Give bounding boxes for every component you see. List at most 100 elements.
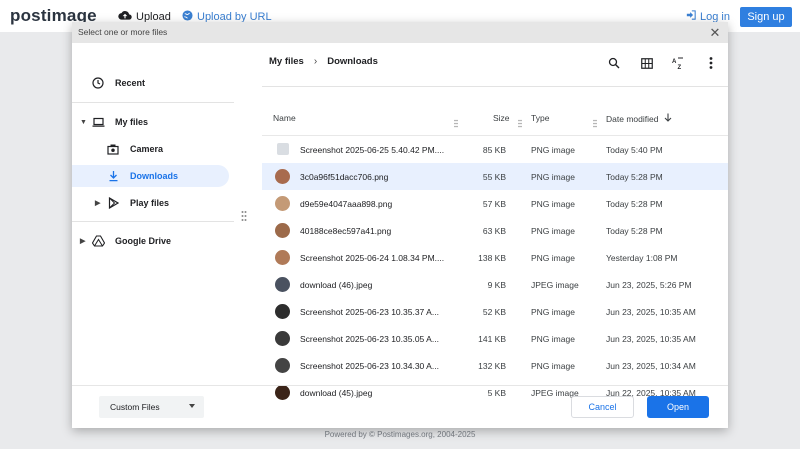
column-header-size[interactable]: Size [493, 113, 510, 123]
sidebar-item-play-files[interactable]: ▶ Play files [72, 192, 234, 214]
file-thumbnail [275, 277, 290, 292]
more-vertical-icon[interactable] [702, 54, 720, 72]
file-type: PNG image [531, 307, 575, 317]
file-size: 55 KB [482, 172, 506, 182]
file-size: 63 KB [482, 226, 506, 236]
file-size: 141 KB [478, 334, 506, 344]
file-date: Today 5:28 PM [606, 199, 663, 209]
chevron-down-icon[interactable]: ▼ [80, 119, 87, 126]
file-date: Today 5:28 PM [606, 226, 663, 236]
file-thumbnail [275, 169, 290, 184]
clock-icon [91, 76, 105, 90]
sidebar: Recent ▼ My files Camera Downloads ▶ Pla… [72, 43, 242, 388]
file-name: 3c0a96f51dacc706.png [300, 172, 389, 182]
file-thumbnail [275, 196, 290, 211]
file-row[interactable]: Screenshot 2025-06-24 1.08.34 PM.... 138 … [262, 244, 728, 271]
file-name: Screenshot 2025-06-23 10.35.37 A... [300, 307, 439, 317]
breadcrumb: My files › Downloads [269, 56, 378, 67]
column-resize-handle[interactable] [593, 115, 597, 128]
file-thumbnail [275, 250, 290, 265]
google-drive-icon [91, 234, 105, 248]
open-button[interactable]: Open [647, 396, 709, 418]
file-name: download (46).jpeg [300, 280, 373, 290]
sidebar-item-my-files[interactable]: ▼ My files [72, 111, 234, 133]
footer-divider [72, 385, 728, 386]
file-row[interactable]: Screenshot 2025-06-23 10.35.37 A... 52 KB… [262, 298, 728, 325]
laptop-icon [91, 115, 105, 129]
file-type: PNG image [531, 145, 575, 155]
file-row[interactable]: d9e59e4047aaa898.png 57 KB PNG image Today … [262, 190, 728, 217]
file-name: download (45).jpeg [300, 388, 373, 398]
file-date: Jun 23, 2025, 5:26 PM [606, 280, 692, 290]
file-date: Jun 23, 2025, 10:35 AM [606, 334, 696, 344]
file-type-filter-value: Custom Files [110, 402, 160, 412]
sidebar-item-label: Camera [130, 144, 164, 154]
camera-icon [106, 142, 120, 156]
file-thumbnail [277, 143, 289, 155]
file-thumbnail [275, 385, 290, 400]
file-name: 40188ce8ec597a41.png [300, 226, 392, 236]
svg-text:A: A [672, 59, 677, 65]
file-date: Today 5:28 PM [606, 172, 663, 182]
file-name: d9e59e4047aaa898.png [300, 199, 393, 209]
download-icon [106, 169, 120, 183]
file-name: Screenshot 2025-06-25 5.40.42 PM.... [300, 145, 445, 155]
file-thumbnail [275, 223, 290, 238]
column-resize-handle[interactable] [518, 115, 522, 128]
sidebar-item-google-drive[interactable]: ▶ Google Drive [72, 230, 234, 252]
column-resize-handle[interactable] [454, 115, 458, 128]
file-row[interactable]: 40188ce8ec597a41.png 63 KB PNG image Today … [262, 217, 728, 244]
chevron-right-icon[interactable]: ▶ [95, 199, 100, 207]
file-name: Screenshot 2025-06-23 10.34.30 A... [300, 361, 439, 371]
file-row[interactable]: 3c0a96f51dacc706.png 55 KB PNG image Today … [262, 163, 728, 190]
file-date: Jun 23, 2025, 10:35 AM [606, 307, 696, 317]
file-row[interactable]: Screenshot 2025-06-25 5.40.42 PM.... 85 K… [262, 136, 728, 163]
sidebar-resize-handle[interactable] [241, 209, 247, 221]
toolbar-divider [262, 86, 728, 87]
column-header-type[interactable]: Type [531, 113, 549, 123]
file-list-pane: My files › Downloads AZ Name Size Type D… [262, 43, 728, 400]
file-type: PNG image [531, 199, 575, 209]
column-header-date-label: Date modified [606, 113, 659, 124]
sidebar-item-label: Play files [130, 198, 170, 208]
column-header-name[interactable]: Name [273, 113, 296, 123]
chevron-right-icon[interactable]: ▶ [80, 237, 85, 245]
file-date: Yesterday 1:08 PM [606, 253, 678, 263]
chevron-right-icon: › [313, 56, 318, 67]
sidebar-divider [72, 102, 234, 103]
sidebar-item-downloads[interactable]: Downloads [72, 165, 229, 187]
file-row[interactable]: download (46).jpeg 9 KB JPEG image Jun 23, … [262, 271, 728, 298]
file-row[interactable]: Screenshot 2025-06-23 10.34.30 A... 132 K… [262, 352, 728, 379]
file-thumbnail [275, 304, 290, 319]
close-icon[interactable]: ✕ [708, 25, 722, 40]
file-type: PNG image [531, 253, 575, 263]
dialog-titlebar: Select one or more files ✕ [72, 22, 728, 43]
file-picker-dialog: Select one or more files ✕ Recent ▼ My f… [72, 22, 728, 428]
file-size: 85 KB [482, 145, 506, 155]
sort-az-icon[interactable]: AZ [670, 54, 688, 72]
site-footer: Powered by © Postimages.org, 2004-2025 [324, 430, 476, 439]
file-size: 57 KB [482, 199, 506, 209]
signup-button[interactable]: Sign up [740, 7, 792, 27]
search-icon[interactable] [605, 54, 623, 72]
file-type: PNG image [531, 172, 575, 182]
column-header-date[interactable]: Date modified [606, 113, 672, 124]
file-size: 5 KB [487, 388, 506, 398]
cancel-button[interactable]: Cancel [571, 396, 634, 418]
file-type: JPEG image [531, 280, 579, 290]
file-date: Today 5:40 PM [606, 145, 663, 155]
file-name: Screenshot 2025-06-24 1.08.34 PM.... [300, 253, 445, 263]
file-row[interactable]: Screenshot 2025-06-23 10.35.05 A... 141 K… [262, 325, 728, 352]
svg-text:Z: Z [678, 65, 682, 70]
sidebar-item-camera[interactable]: Camera [72, 138, 234, 160]
breadcrumb-current: Downloads [327, 56, 378, 67]
sidebar-item-recent[interactable]: Recent [72, 72, 234, 94]
arrow-down-icon [664, 113, 672, 124]
file-size: 9 KB [487, 280, 506, 290]
grid-view-icon[interactable] [638, 54, 656, 72]
file-type: PNG image [531, 226, 575, 236]
file-type-filter-select[interactable]: Custom Files [99, 396, 204, 418]
breadcrumb-root[interactable]: My files [269, 56, 304, 67]
file-type: PNG image [531, 361, 575, 371]
file-name: Screenshot 2025-06-23 10.35.05 A... [300, 334, 439, 344]
